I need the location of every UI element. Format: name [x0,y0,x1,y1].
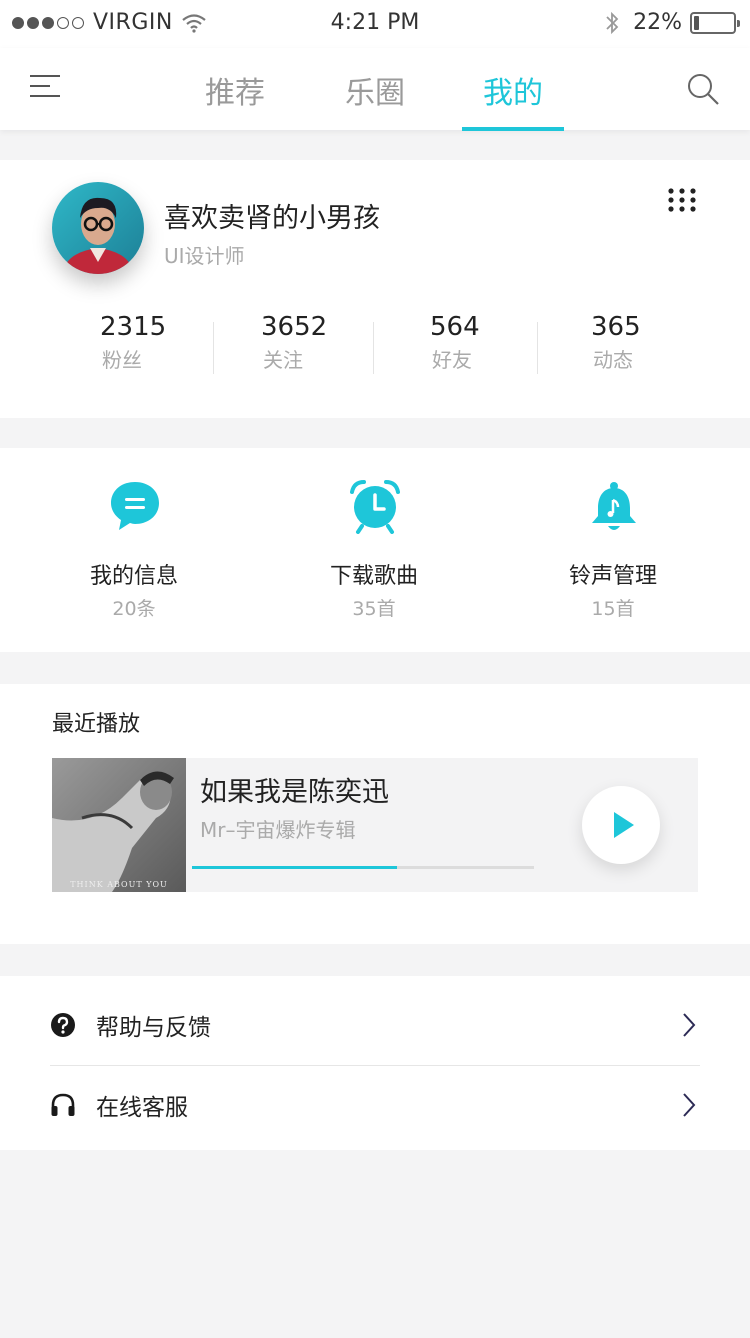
stat-friends[interactable]: 564 好友 [430,312,480,373]
stat-following[interactable]: 3652 关注 [261,312,327,373]
song-album: Mr–宇宙爆炸专辑 [200,818,356,842]
progress-fill [192,866,398,869]
message-icon [111,482,159,530]
play-icon [614,812,634,838]
chevron-right-icon [683,1013,696,1037]
download-songs-button[interactable]: 下载歌曲 35首 [254,448,494,652]
stat-label: 粉丝 [102,348,142,372]
stat-posts[interactable]: 365 动态 [591,312,641,373]
top-nav: 推荐 乐圈 我的 [0,48,750,131]
user-title: UI设计师 [164,244,245,268]
more-grid-icon[interactable] [667,188,697,212]
song-title: 如果我是陈奕迅 [200,777,389,808]
stat-divider [213,322,214,374]
tab-recommend[interactable]: 推荐 [204,68,266,112]
stat-value: 2315 [100,312,167,342]
stat-value: 3652 [261,312,328,342]
function-count: 15首 [591,598,635,620]
stat-label: 关注 [263,348,303,372]
battery-level [694,15,700,30]
profile-card: 喜欢卖肾的小男孩 UI设计师 2315 粉丝 3652 关注 564 好友 36… [0,160,750,418]
recent-song-item[interactable]: THINK ABOUT YOU 如果我是陈奕迅 Mr–宇宙爆炸专辑 [52,758,698,892]
avatar[interactable] [52,182,144,274]
profile-stats: 2315 粉丝 3652 关注 564 好友 365 动态 [0,312,750,382]
battery-percent: 22% [633,10,682,35]
section-title: 最近播放 [52,712,141,737]
stat-label: 动态 [593,348,633,372]
help-icon [51,1013,75,1037]
active-tab-indicator [462,127,564,131]
alarm-clock-icon [350,480,400,534]
stat-fans[interactable]: 2315 粉丝 [100,312,166,373]
function-card: 我的信息 20条 下载歌曲 35首 铃声管理 15首 [0,448,750,652]
album-cover-image: THINK ABOUT YOU [52,758,186,892]
function-label: 下载歌曲 [329,564,418,589]
album-cover-caption: THINK ABOUT YOU [70,880,168,889]
user-name: 喜欢卖肾的小男孩 [164,203,380,234]
stat-value: 564 [430,312,480,342]
search-icon[interactable] [686,72,720,106]
online-service-item[interactable]: 在线客服 [50,1066,700,1146]
function-count: 35首 [352,598,396,620]
album-cover[interactable]: THINK ABOUT YOU [52,758,186,892]
function-label: 铃声管理 [568,564,657,589]
tab-mine[interactable]: 我的 [482,68,544,112]
avatar-image [52,182,144,274]
bluetooth-icon [606,11,619,34]
ringtone-manage-button[interactable]: 铃声管理 15首 [493,448,733,652]
settings-list: 帮助与反馈 在线客服 [0,976,750,1150]
status-bar: VIRGIN 4:21 PM 22% [0,0,750,48]
list-item-label: 帮助与反馈 [96,1015,211,1041]
stat-value: 365 [591,312,641,342]
my-messages-button[interactable]: 我的信息 20条 [14,448,254,652]
help-feedback-item[interactable]: 帮助与反馈 [50,986,700,1066]
bell-icon [592,482,636,530]
function-count: 20条 [112,598,156,620]
list-item-label: 在线客服 [96,1095,188,1121]
recent-play-card: 最近播放 THINK ABOUT YOU 如果我是陈奕迅 Mr–宇宙爆炸专辑 [0,684,750,944]
progress-bar[interactable] [192,866,534,869]
tab-circle[interactable]: 乐圈 [344,68,406,112]
chevron-right-icon [683,1093,696,1117]
headphones-icon [51,1093,75,1116]
stat-divider [537,322,538,374]
stat-label: 好友 [432,348,472,372]
function-label: 我的信息 [89,564,178,589]
play-button[interactable] [582,786,660,864]
battery-icon [690,11,740,34]
stat-divider [373,322,374,374]
menu-icon[interactable] [28,72,62,100]
